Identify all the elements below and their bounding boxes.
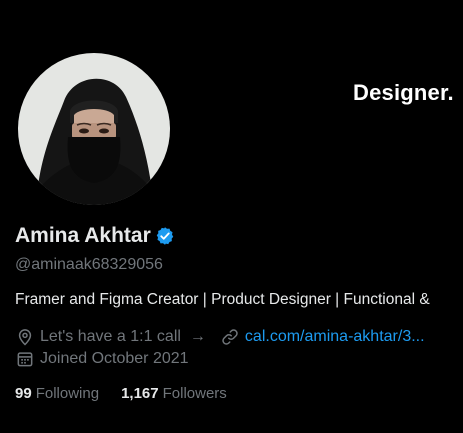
banner-text: Designer. <box>353 80 454 105</box>
follow-stats: 99 Following 1,167 Followers <box>15 385 227 402</box>
joined-item: Joined October 2021 <box>15 349 189 369</box>
avatar[interactable] <box>14 49 174 209</box>
location-pin-icon <box>15 327 35 347</box>
bio-text: Framer and Figma Creator | Product Desig… <box>15 291 430 308</box>
verified-badge-icon[interactable] <box>155 226 175 246</box>
location-text: Let's have a 1:1 call <box>40 328 181 345</box>
following-count: 99 <box>15 385 32 402</box>
profile-meta-row: Let's have a 1:1 call → cal.com/amina-ak… <box>15 327 439 347</box>
calendar-icon <box>15 349 35 369</box>
website-link[interactable]: cal.com/amina-akhtar/3... <box>245 328 425 346</box>
location-arrow: → <box>189 328 206 345</box>
profile-joined-row: Joined October 2021 <box>15 349 203 369</box>
followers-link[interactable]: 1,167 Followers <box>121 385 227 402</box>
user-handle: @aminaak68329056 <box>15 256 163 273</box>
avatar-image <box>18 53 170 205</box>
website-item[interactable]: cal.com/amina-akhtar/3... <box>220 327 425 347</box>
following-link[interactable]: 99 Following <box>15 385 99 402</box>
display-name: Amina Akhtar <box>15 224 151 247</box>
following-label: Following <box>35 385 100 402</box>
name-row: Amina Akhtar <box>15 224 175 248</box>
link-icon <box>220 327 240 347</box>
location-item: Let's have a 1:1 call → <box>15 327 206 347</box>
joined-text: Joined October 2021 <box>40 350 189 367</box>
followers-count: 1,167 <box>121 385 159 402</box>
followers-label: Followers <box>162 385 227 402</box>
